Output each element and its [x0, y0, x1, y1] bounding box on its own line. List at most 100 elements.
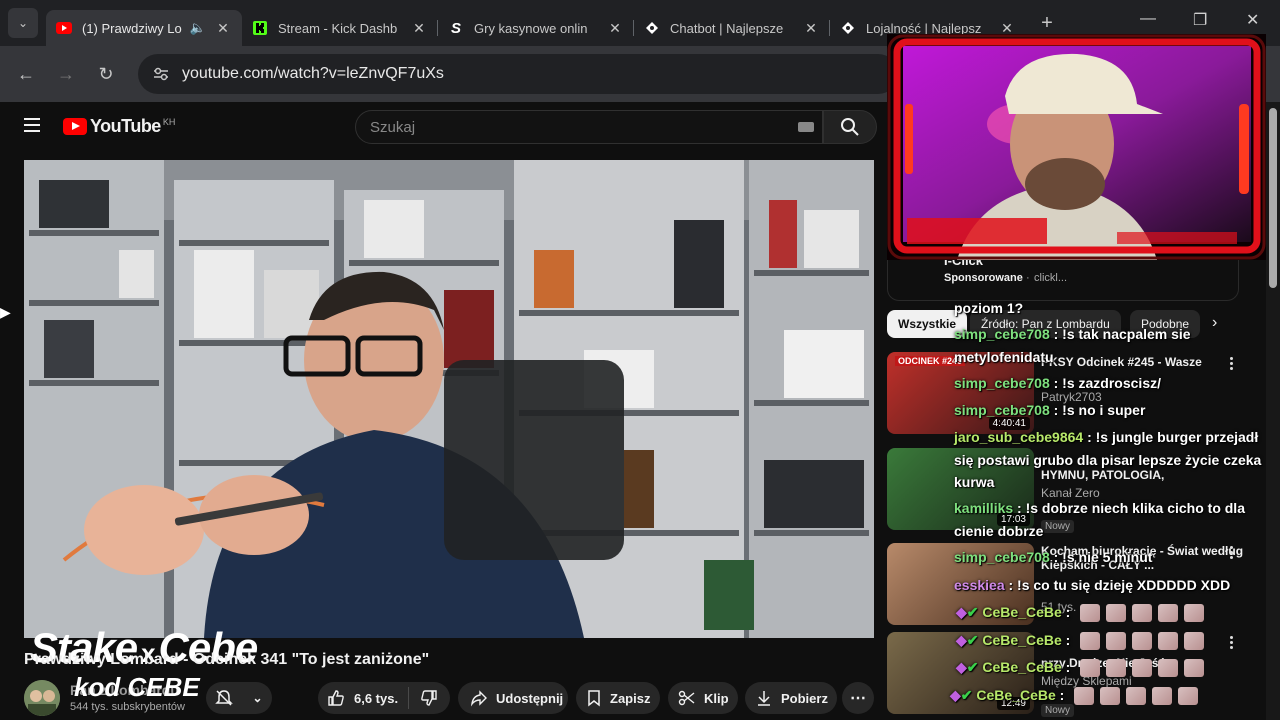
new-tab-plus-icon[interactable]: + [1032, 12, 1062, 35]
youtube-icon [56, 20, 72, 36]
close-window-icon[interactable]: ✕ [1246, 10, 1259, 30]
chat-text: : [1065, 659, 1071, 675]
browser-tab[interactable]: Stream - Kick Dashb ✕ [242, 10, 438, 46]
like-icon[interactable] [318, 689, 354, 707]
more-actions-button[interactable]: ⋯ [842, 682, 874, 714]
close-tab-icon[interactable]: ✕ [802, 20, 820, 37]
country-code: KH [162, 116, 176, 127]
youtube-play-icon [63, 118, 87, 135]
chat-username: CeBe_CeBe [982, 659, 1062, 675]
menu-icon[interactable] [24, 118, 40, 136]
share-label: Udostępnij [496, 690, 564, 706]
more-vertical-icon[interactable] [1230, 546, 1234, 561]
browser-tab[interactable]: Chatbot | Najlepsze ✕ [634, 10, 830, 46]
notifications-button[interactable]: ⌄ [206, 682, 272, 714]
logo-text: YouTube [90, 116, 161, 136]
search-button[interactable] [823, 110, 877, 144]
keyboard-icon[interactable] [798, 122, 814, 132]
chat-username: CeBe_CeBe [982, 632, 1062, 648]
restore-window-icon[interactable]: ❐ [1193, 10, 1207, 30]
bookmark-icon [586, 689, 602, 707]
reload-icon[interactable]: ↻ [86, 64, 126, 85]
search-input[interactable]: Szukaj [355, 110, 823, 144]
chat-message: się postawi grubo dla pisar lepsze życie… [954, 452, 1261, 468]
emote-icon [1158, 604, 1179, 623]
chat-text: : !s nie 5 minut [1053, 549, 1153, 565]
browser-tab[interactable]: S Gry kasynowe onlin ✕ [438, 10, 634, 46]
clip-button[interactable]: Klip [668, 682, 738, 714]
search-placeholder: Szukaj [370, 118, 416, 136]
more-vertical-icon[interactable] [1230, 357, 1234, 372]
forward-arrow-icon[interactable]: → [46, 64, 86, 85]
sponsor-label: Sponsorowane [944, 272, 1023, 284]
emote-icon [1106, 659, 1127, 678]
chat-message: poziom 1? [954, 300, 1023, 316]
sponsor-domain: clickl... [1034, 272, 1067, 284]
emote-icon [1152, 687, 1173, 706]
youtube-logo[interactable]: YouTube KH [63, 116, 175, 137]
emote-icon [1132, 604, 1153, 623]
youtube-header: YouTube KH Szukaj [0, 102, 885, 148]
site-info-icon[interactable] [150, 63, 172, 85]
chat-username: simp_cebe708 [954, 326, 1050, 342]
chat-username: kamilliks [954, 500, 1014, 516]
share-icon [470, 689, 488, 707]
emote-icon [1132, 632, 1153, 651]
share-button[interactable]: Udostępnij [458, 682, 568, 714]
verified-icon: ✔ [966, 659, 979, 675]
browser-tab[interactable]: (1) Prawdziwy Lo 🔈 ✕ [46, 10, 242, 46]
sub-badge-icon: ◆ [956, 604, 967, 620]
chat-text: : !s no i super [1053, 402, 1146, 418]
emote-icon [1158, 659, 1179, 678]
dislike-icon[interactable] [409, 689, 449, 707]
webcam-overlay [887, 34, 1266, 260]
chat-username: jaro_sub_cebe9864 [954, 429, 1084, 445]
minimize-icon[interactable]: — [1140, 10, 1156, 28]
address-bar[interactable]: youtube.com/watch?v=leZnvQF7uXs [138, 54, 898, 94]
tab-search-button[interactable]: ⌄ [8, 8, 38, 38]
chat-message: ◆✔ CeBe_CeBe : [956, 659, 1205, 678]
video-frame [24, 160, 874, 638]
chat-message: kurwa [954, 474, 994, 490]
video-card-channel[interactable]: Kanał Zero [1041, 486, 1100, 500]
chat-text: : [1059, 687, 1065, 703]
chevron-down-icon: ⌄ [252, 691, 263, 705]
video-player[interactable] [24, 160, 874, 638]
download-button[interactable]: Pobierz [745, 682, 837, 714]
speaker-icon[interactable]: 🔈 [190, 20, 206, 36]
mouse-cursor-icon: ▶ [0, 304, 11, 320]
chat-message: simp_cebe708 : !s no i super [954, 402, 1145, 418]
chevron-right-icon[interactable]: › [1212, 314, 1217, 332]
close-tab-icon[interactable]: ✕ [606, 20, 624, 37]
search-icon [841, 118, 859, 136]
video-card-title[interactable]: HYMNU, PATOLOGIA, [1041, 468, 1164, 482]
back-arrow-icon[interactable]: ← [6, 64, 46, 85]
like-count[interactable]: 6,6 tys. [354, 691, 408, 706]
video-card-title[interactable]: PKSY Odcinek #245 - Wasze [1041, 355, 1202, 369]
chat-username: simp_cebe708 [954, 549, 1050, 565]
emote-icon [1074, 687, 1095, 706]
chat-text: : [1065, 632, 1071, 648]
emote-icon [1178, 687, 1199, 706]
url-text: youtube.com/watch?v=leZnvQF7uXs [182, 65, 444, 82]
emote-icon [1080, 659, 1101, 678]
scrollbar-thumb[interactable] [1269, 108, 1277, 288]
close-tab-icon[interactable]: ✕ [214, 20, 232, 37]
chat-text: poziom 1? [954, 300, 1024, 316]
save-button[interactable]: Zapisz [576, 682, 660, 714]
chat-text: : !s co tu się dzieję XDDDDD XDD [1008, 577, 1231, 593]
stake-icon: S [450, 19, 461, 37]
verified-icon: ✔ [960, 687, 973, 703]
chat-message: kamilliks : !s dobrze niech klika cicho … [954, 500, 1245, 516]
more-vertical-icon[interactable] [1230, 636, 1234, 651]
chat-text: : !s dobrze niech klika cicho to dla [1017, 500, 1245, 516]
chat-message: simp_cebe708 : !s tak nacpalem sie [954, 326, 1191, 342]
channel-avatar[interactable] [24, 680, 60, 716]
chat-text: kurwa [954, 474, 995, 490]
emote-icon [1184, 659, 1205, 678]
clip-label: Klip [704, 690, 729, 706]
kod-cebe-overlay: kod CEBE [74, 672, 200, 702]
sponsor-dot: · [1026, 272, 1030, 284]
close-tab-icon[interactable]: ✕ [410, 20, 428, 37]
page-scrollbar[interactable] [1266, 102, 1280, 720]
